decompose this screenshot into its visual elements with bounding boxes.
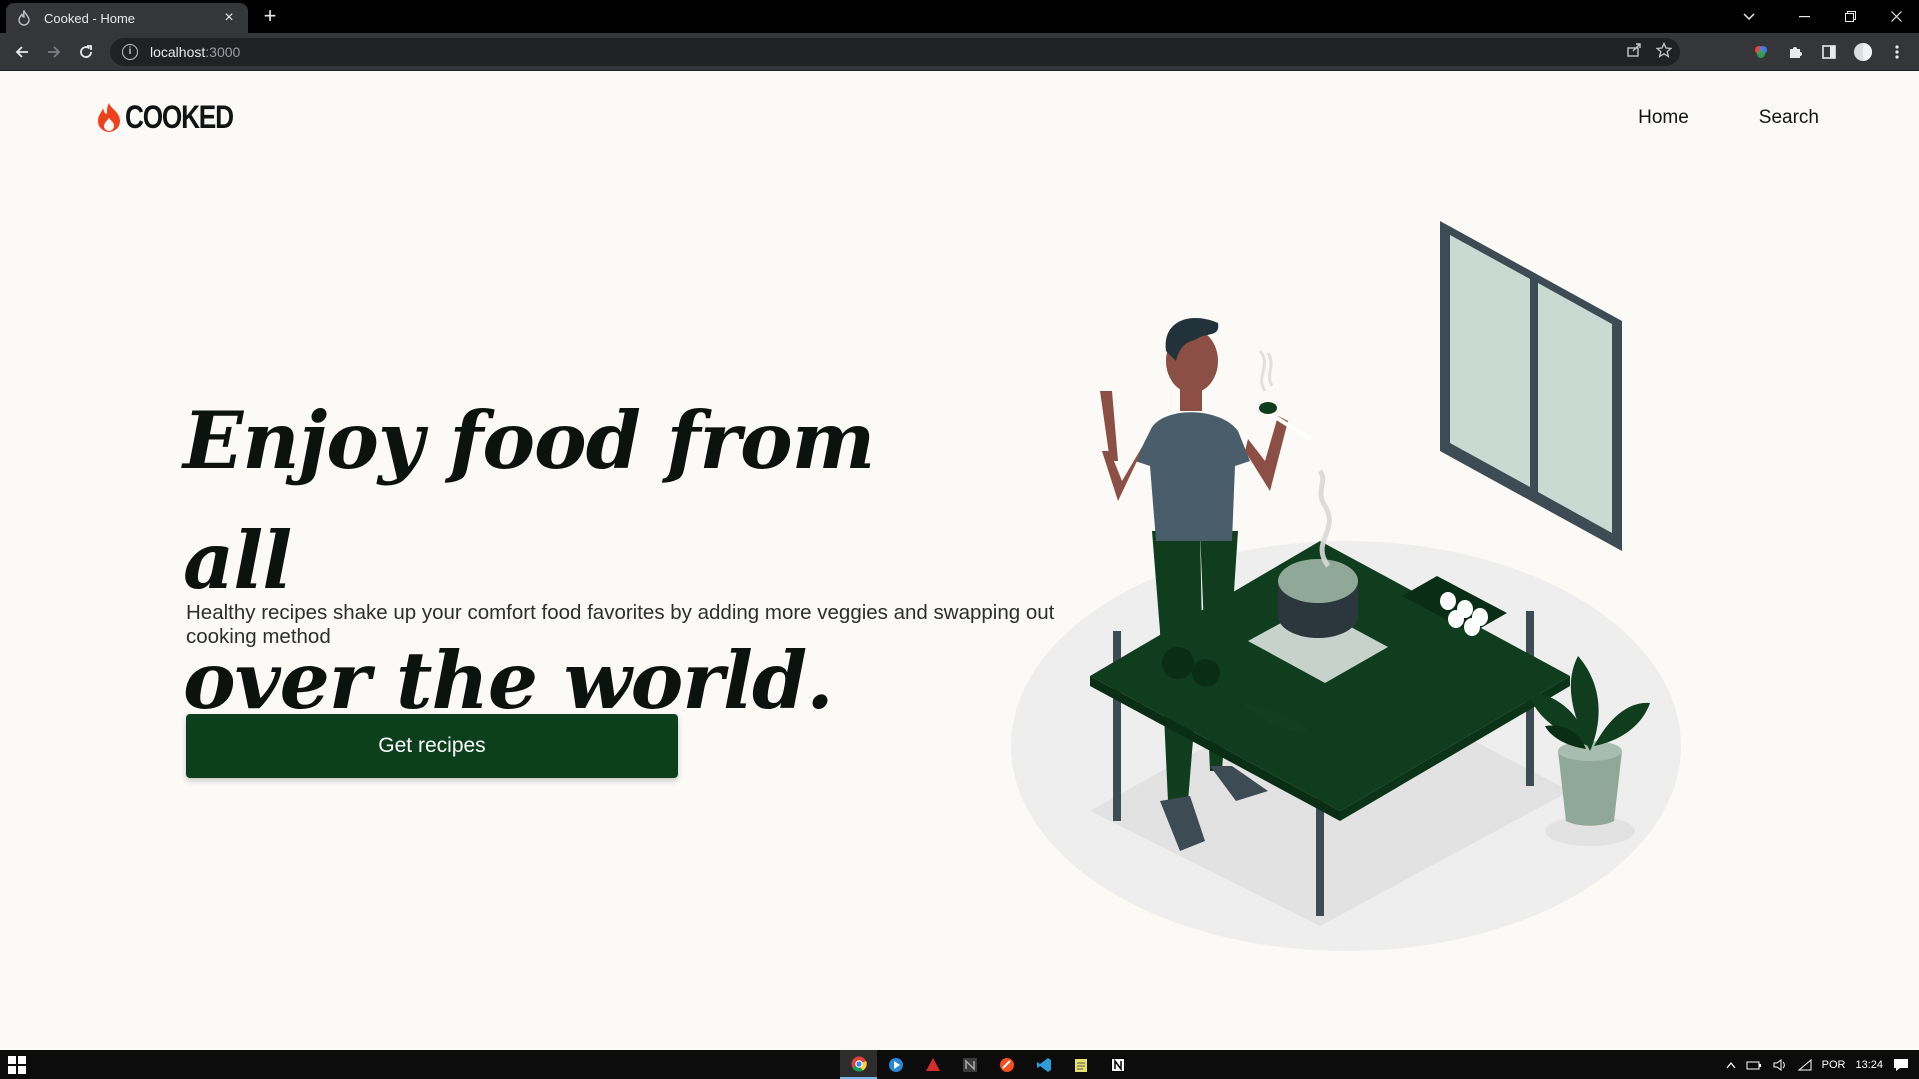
restore-icon[interactable]	[1827, 0, 1873, 33]
side-panel-icon[interactable]	[1817, 40, 1841, 64]
app-gray-taskbar-icon[interactable]	[951, 1050, 988, 1079]
windows-start-icon[interactable]	[8, 1056, 26, 1074]
tab-search-icon[interactable]	[1729, 0, 1769, 33]
chrome-menu-icon[interactable]	[1885, 40, 1909, 64]
app-orange-taskbar-icon[interactable]	[988, 1050, 1025, 1079]
notion-taskbar-icon[interactable]	[1099, 1050, 1136, 1079]
site-info-icon[interactable]: i	[122, 44, 138, 60]
notifications-icon[interactable]	[1893, 1058, 1909, 1072]
url-host: localhost	[150, 44, 206, 60]
flame-logo-icon	[98, 102, 120, 132]
share-icon[interactable]	[1626, 42, 1642, 61]
site-logo[interactable]: COOKED	[95, 99, 256, 136]
browser-tab[interactable]: Cooked - Home ×	[6, 3, 248, 33]
reload-icon[interactable]	[74, 40, 98, 64]
new-tab-button[interactable]: +	[258, 5, 282, 29]
app-blue-taskbar-icon[interactable]	[877, 1050, 914, 1079]
window-graphic	[1440, 221, 1622, 551]
hero-subtext: Healthy recipes shake up your comfort fo…	[186, 601, 1055, 648]
taskbar-clock[interactable]: 13:24	[1855, 1059, 1883, 1071]
nav-link-search[interactable]: Search	[1759, 107, 1819, 129]
notepad-taskbar-icon[interactable]	[1062, 1050, 1099, 1079]
forward-icon[interactable]	[42, 40, 66, 64]
url-port: :3000	[205, 44, 241, 60]
browser-toolbar: i localhost:3000	[0, 33, 1919, 71]
chrome-taskbar-icon[interactable]	[840, 1050, 877, 1079]
extensions-puzzle-icon[interactable]	[1783, 40, 1807, 64]
tab-title: Cooked - Home	[44, 10, 136, 26]
page-content: COOKED Home Search Enjoy food from all o…	[0, 71, 1919, 1050]
profile-avatar[interactable]	[1851, 40, 1875, 64]
headline-line-1: Enjoy food from all	[183, 394, 875, 607]
browser-tab-bar: Cooked - Home × +	[0, 0, 1919, 33]
hero-headline: Enjoy food from all over the world.	[183, 381, 983, 741]
nav-link-home[interactable]: Home	[1638, 107, 1689, 129]
flame-favicon-icon	[16, 10, 32, 26]
main-nav: Home Search	[1638, 107, 1819, 129]
os-taskbar: POR 13:24	[0, 1050, 1919, 1079]
minimize-icon[interactable]	[1781, 0, 1827, 33]
close-window-icon[interactable]	[1873, 0, 1919, 33]
bookmark-star-icon[interactable]	[1655, 41, 1673, 61]
get-recipes-button[interactable]: Get recipes	[186, 714, 678, 778]
input-language[interactable]: POR	[1822, 1059, 1846, 1071]
back-icon[interactable]	[10, 40, 34, 64]
logo-wordmark: COOKED	[125, 99, 234, 135]
color-extension-icon[interactable]	[1749, 40, 1773, 64]
vscode-taskbar-icon[interactable]	[1025, 1050, 1062, 1079]
battery-icon[interactable]	[1746, 1059, 1762, 1071]
tray-chevron-up-icon[interactable]	[1726, 1061, 1736, 1069]
cooking-illustration	[1011, 221, 1681, 951]
tab-close-icon[interactable]: ×	[220, 9, 238, 27]
volume-icon[interactable]	[1772, 1058, 1788, 1072]
app-red-taskbar-icon[interactable]	[914, 1050, 951, 1079]
address-bar[interactable]: i localhost:3000	[110, 38, 1680, 66]
network-icon[interactable]	[1797, 1058, 1812, 1071]
